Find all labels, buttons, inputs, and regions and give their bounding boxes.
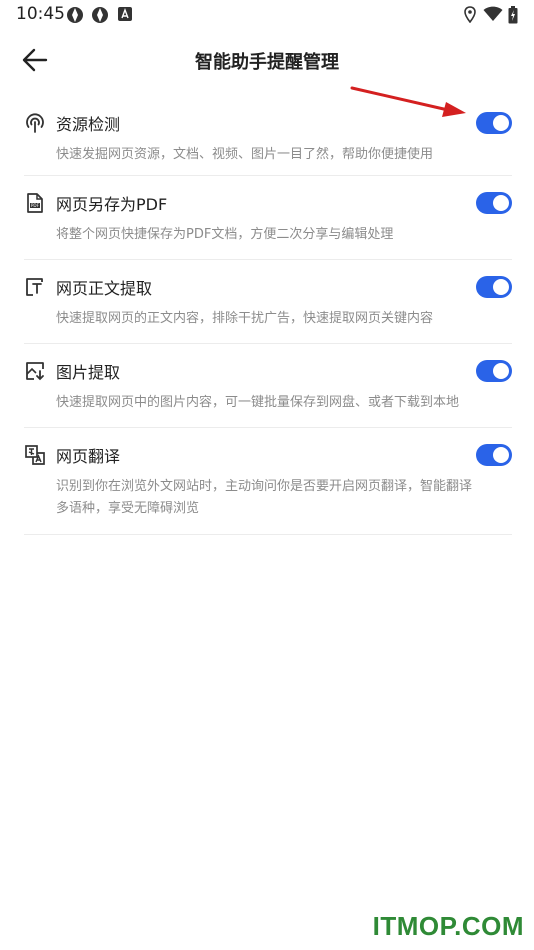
svg-text:PDF: PDF: [31, 203, 40, 208]
setting-item-image-extract: 图片提取 快速提取网页中的图片内容，可一键批量保存到网盘、或者下载到本地: [24, 344, 512, 428]
settings-list: 资源检测 快速发掘网页资源，文档、视频、图片一目了然，帮助你便捷使用 PDF 网…: [0, 96, 534, 535]
toggle-knob: [493, 447, 509, 463]
resource-detect-toggle[interactable]: [476, 112, 512, 134]
translate-toggle[interactable]: [476, 444, 512, 466]
pdf-icon: PDF: [27, 193, 43, 213]
location-icon: [464, 6, 476, 23]
image-extract-icon: [26, 362, 44, 381]
save-pdf-toggle[interactable]: [476, 192, 512, 214]
translate-icon: [25, 445, 45, 465]
header: 智能助手提醒管理: [0, 38, 534, 82]
status-bar: 10:45: [0, 0, 534, 28]
setting-description: 快速提取网页中的图片内容，可一键批量保存到网盘、或者下载到本地: [56, 395, 460, 410]
setting-title: 网页正文提取: [56, 279, 153, 298]
app-notification-icon: [67, 7, 83, 23]
annotation-arrow-icon: [350, 86, 466, 117]
text-notification-icon: [118, 7, 132, 21]
setting-title: 网页翻译: [56, 447, 121, 466]
setting-title: 资源检测: [56, 115, 121, 134]
resource-detect-icon: [26, 113, 44, 133]
page-title: 智能助手提醒管理: [195, 52, 339, 73]
setting-description: 将整个网页快捷保存为PDF文档，方便二次分享与编辑处理: [56, 227, 394, 242]
setting-description: 快速发掘网页资源，文档、视频、图片一目了然，帮助你便捷使用: [56, 147, 434, 162]
toggle-knob: [493, 115, 509, 131]
setting-description: 识别到你在浏览外文网站时，主动询问你是否要开启网页翻译，智能翻译多语种，享受无障…: [56, 479, 473, 516]
battery-icon: [508, 6, 518, 24]
status-time: 10:45: [16, 4, 65, 24]
wifi-icon: [483, 6, 503, 21]
app-notification-icon: [92, 7, 108, 23]
screen: 10:45 智能助手提醒管理 资源检测 快速发掘网页资源，文档、视频、图片一目了…: [0, 0, 534, 950]
setting-title: 网页另存为PDF: [56, 195, 168, 214]
toggle-knob: [493, 279, 509, 295]
image-extract-toggle[interactable]: [476, 360, 512, 382]
watermark: ITMOP.COM: [372, 911, 524, 941]
setting-item-save-pdf: PDF 网页另存为PDF 将整个网页快捷保存为PDF文档，方便二次分享与编辑处理: [24, 176, 512, 260]
text-extract-toggle[interactable]: [476, 276, 512, 298]
setting-item-translate: 网页翻译 识别到你在浏览外文网站时，主动询问你是否要开启网页翻译，智能翻译多语种…: [24, 428, 512, 535]
setting-title: 图片提取: [56, 363, 121, 382]
setting-description: 快速提取网页的正文内容，排除干扰广告，快速提取网页关键内容: [56, 311, 434, 326]
toggle-knob: [493, 363, 509, 379]
setting-item-text-extract: 网页正文提取 快速提取网页的正文内容，排除干扰广告，快速提取网页关键内容: [24, 260, 512, 344]
text-extract-icon: [26, 278, 43, 296]
toggle-knob: [493, 195, 509, 211]
